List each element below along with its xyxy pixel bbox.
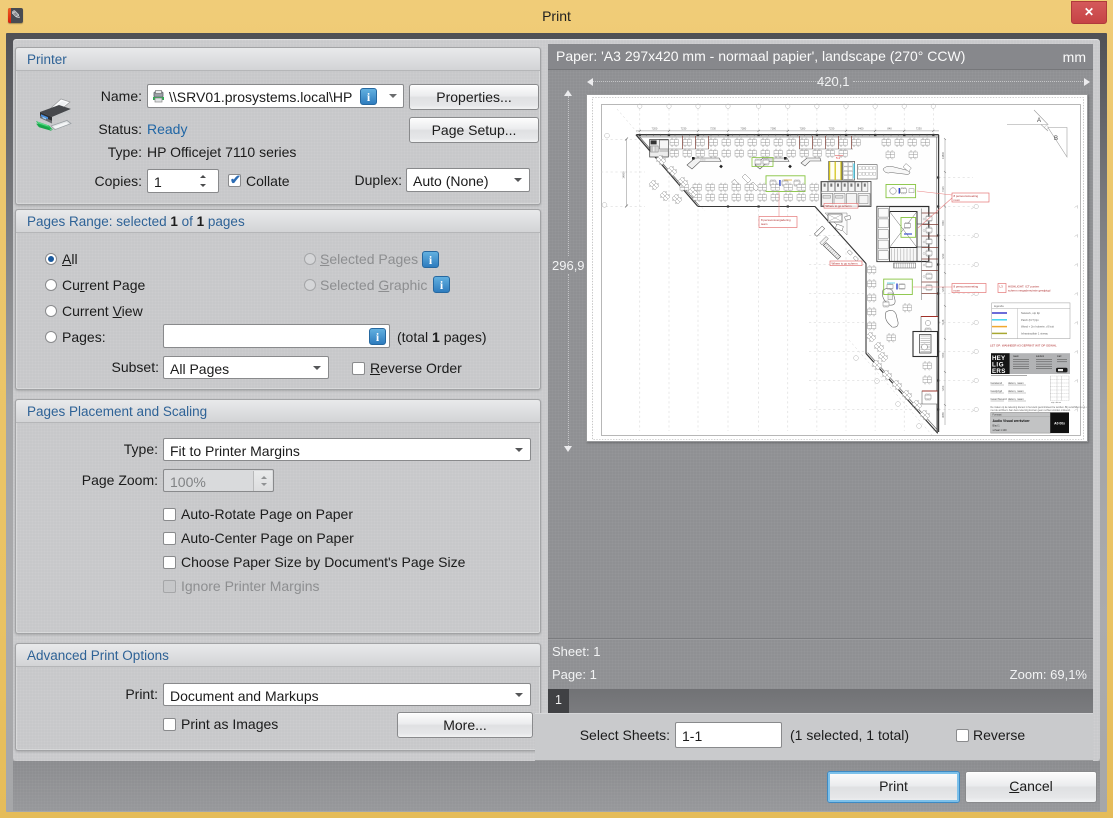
svg-text:5400: 5400 [858,126,864,130]
svg-text:7050: 7050 [941,352,945,358]
svg-text:Wand + 2m hoberte, v3 buit: Wand + 2m hoberte, v3 buit [1021,324,1054,328]
svg-text:5.2: 5.2 [836,156,841,160]
svg-text:met de architect. Aan deze tek: met de architect. Aan deze tekening kunn… [991,409,1071,412]
svg-text:legenda: legenda [994,303,1004,307]
svg-text:Formaat: Formaat [993,413,1002,416]
svg-text:7200: 7200 [652,126,658,130]
svg-text:datum, naam: datum, naam [1008,397,1024,401]
svg-text:7128: 7128 [941,319,945,325]
svg-text:7280: 7280 [740,126,746,130]
svg-text:scherm vergaderruimte gewijzig: scherm vergaderruimte gewijzigd [1008,288,1051,292]
svg-text:7230: 7230 [916,126,922,130]
svg-text:wijz. datum: wijz. datum [1051,400,1061,403]
svg-text:Audio Visual werkvloer: Audio Visual werkvloer [993,419,1031,423]
svg-text:7315: 7315 [941,185,945,191]
svg-text:7840: 7840 [941,219,945,225]
svg-text:Gearchiveerd: Gearchiveerd [991,397,1008,401]
svg-text:14800: 14800 [941,151,945,159]
svg-text:Patch (ICT) lijn: Patch (ICT) lijn [1021,317,1039,321]
svg-text:datum, naam: datum, naam [1008,389,1024,393]
svg-text:mail: mail [1057,355,1062,357]
svg-text:LET OP: WANNEER A3 GEPRINT WIT: LET OP: WANNEER A3 GEPRINT WIT OP GEWHL [990,343,1057,347]
svg-text:schaal 1:100: schaal 1:100 [993,429,1008,432]
svg-text:7280: 7280 [770,126,776,130]
svg-text:Getekend: Getekend [991,381,1003,385]
svg-text:A: A [1037,118,1041,124]
svg-text:naam: naam [1013,355,1019,357]
svg-text:Infrastractilair 1 niveau: Infrastractilair 1 niveau [1021,331,1049,335]
svg-text:telefoon: telefoon [1036,354,1045,357]
svg-text:7230: 7230 [829,126,835,130]
svg-text:A0 00x: A0 00x [1054,421,1065,425]
svg-text:ERS: ERS [992,368,1006,375]
svg-text:7280: 7280 [800,126,806,130]
svg-text:datum, naam: datum, naam [1008,381,1024,385]
svg-text:room: room [954,288,961,292]
svg-text:Where to go scherm: Where to go scherm [826,204,853,208]
svg-text:3665: 3665 [941,411,945,417]
svg-text:room: room [954,198,961,202]
svg-text:7230: 7230 [941,253,945,259]
svg-text:7230: 7230 [681,126,687,130]
svg-text:Gewijzigd: Gewijzigd [991,389,1003,393]
svg-text:entree: entree [769,158,776,161]
svg-text:Netwerk, utp lijn: Netwerk, utp lijn [1021,311,1041,315]
svg-text:team: team [761,222,768,226]
svg-text:L3: L3 [1000,284,1004,288]
svg-text:14800: 14800 [622,170,626,178]
svg-text:entree: entree [700,158,707,161]
svg-text:B: B [1054,136,1058,142]
svg-text:Where to go scherm: Where to go scherm [832,261,859,265]
svg-text:7230: 7230 [710,126,716,130]
svg-text:Blad 1: Blad 1 [993,424,1001,427]
svg-text:7203: 7203 [941,385,945,391]
svg-text:840: 840 [887,126,892,130]
